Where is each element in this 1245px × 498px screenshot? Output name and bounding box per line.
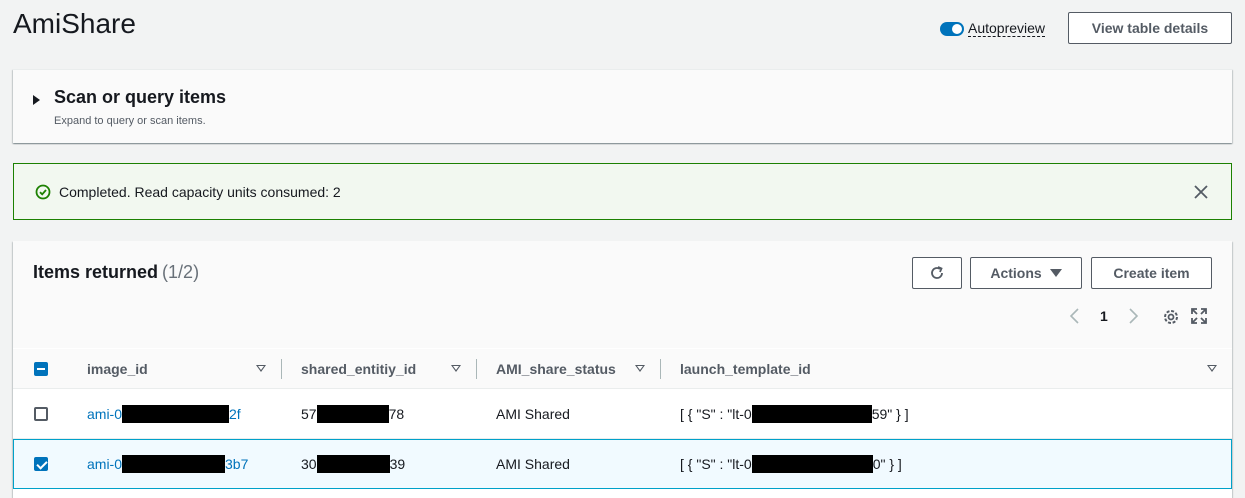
row-checkbox[interactable]: [34, 457, 48, 471]
image-id-link[interactable]: ami-0 2f: [87, 389, 241, 439]
template-prefix: [ { "S" : "lt-0: [680, 456, 752, 472]
ami-share-status-cell: AMI Shared: [496, 406, 570, 422]
image-id-prefix[interactable]: ami-0: [87, 456, 122, 472]
redaction-bar: [122, 455, 226, 473]
table-row[interactable]: ami-0 3b7 30 39 AMI Shared [ { "S" : "lt-0…: [13, 439, 1232, 489]
shared-entity-id-cell: 57 78: [301, 389, 404, 439]
shared-prefix: 30: [301, 456, 317, 472]
gear-icon[interactable]: [1162, 308, 1180, 326]
autopreview-label[interactable]: Autopreview: [968, 20, 1046, 37]
column-divider[interactable]: [476, 359, 477, 379]
check-circle-icon: [35, 184, 51, 200]
image-id-suffix[interactable]: 3b7: [225, 456, 248, 472]
refresh-button[interactable]: [912, 257, 962, 289]
actions-label: Actions: [990, 265, 1042, 281]
items-title: Items returned (1/2): [33, 262, 199, 283]
table-header: image_id shared_entitiy_id AMI_share_sta…: [13, 349, 1232, 389]
template-suffix: 0" } ]: [872, 456, 902, 472]
actions-button[interactable]: Actions: [970, 257, 1082, 289]
redaction-bar: [316, 405, 389, 423]
redaction-bar: [316, 455, 390, 473]
scan-title[interactable]: Scan or query items: [54, 87, 226, 108]
shared-entity-id-cell: 30 39: [301, 440, 405, 488]
items-count: (1/2): [162, 262, 200, 282]
items-panel: Items returned (1/2) Actions Create item …: [13, 241, 1232, 498]
launch-template-id-cell: [ { "S" : "lt-0 0" } ]: [680, 440, 902, 488]
redaction-bar: [751, 455, 873, 473]
autopreview-toggle[interactable]: Autopreview: [940, 20, 1046, 37]
template-suffix: 59" } ]: [871, 406, 909, 422]
shared-suffix: 39: [389, 456, 406, 472]
scan-description: Expand to query or scan items.: [54, 115, 206, 127]
page-title: AmiShare: [13, 8, 136, 39]
column-header-launch-template-id[interactable]: launch_template_id: [680, 349, 811, 389]
sort-icon[interactable]: [635, 365, 645, 372]
expand-caret-icon[interactable]: [33, 95, 40, 105]
sort-icon[interactable]: [1207, 365, 1217, 372]
shared-prefix: 57: [301, 406, 317, 422]
column-header-image-id[interactable]: image_id: [87, 349, 148, 389]
column-header-shared-entity-id[interactable]: shared_entitiy_id: [301, 349, 416, 389]
view-table-details-button[interactable]: View table details: [1068, 12, 1232, 44]
template-prefix: [ { "S" : "lt-0: [680, 406, 752, 422]
row-checkbox[interactable]: [34, 407, 48, 421]
redaction-bar: [751, 405, 872, 423]
column-header-ami-share-status[interactable]: AMI_share_status: [496, 349, 616, 389]
ami-share-status-cell: AMI Shared: [496, 456, 570, 472]
fullscreen-icon[interactable]: [1191, 308, 1207, 324]
column-divider[interactable]: [281, 359, 282, 379]
create-item-button[interactable]: Create item: [1091, 257, 1212, 289]
sort-icon[interactable]: [256, 365, 266, 372]
shared-suffix: 78: [388, 406, 405, 422]
table-row[interactable]: ami-0 2f 57 78 AMI Shared [ { "S" : "lt-0 5…: [13, 389, 1232, 439]
chevron-left-icon[interactable]: [1068, 307, 1082, 325]
refresh-icon: [931, 266, 943, 279]
items-title-text: Items returned: [33, 262, 159, 282]
image-id-suffix[interactable]: 2f: [229, 406, 241, 422]
select-all-checkbox[interactable]: [34, 362, 48, 376]
image-id-prefix[interactable]: ami-0: [87, 406, 122, 422]
autopreview-switch[interactable]: [940, 21, 964, 36]
column-divider[interactable]: [660, 359, 661, 379]
items-table: image_id shared_entitiy_id AMI_share_sta…: [13, 349, 1232, 489]
success-alert: Completed. Read capacity units consumed:…: [13, 163, 1232, 220]
image-id-link[interactable]: ami-0 3b7: [87, 440, 248, 488]
chevron-right-icon[interactable]: [1126, 307, 1140, 325]
alert-message: Completed. Read capacity units consumed:…: [59, 184, 341, 200]
scan-query-panel[interactable]: Scan or query items Expand to query or s…: [13, 69, 1232, 143]
close-icon[interactable]: [1193, 184, 1209, 200]
caret-down-icon: [1049, 269, 1062, 277]
sort-icon[interactable]: [451, 365, 461, 372]
pagination: 1: [1068, 307, 1140, 325]
launch-template-id-cell: [ { "S" : "lt-0 59" } ]: [680, 389, 909, 439]
redaction-bar: [122, 405, 230, 423]
current-page[interactable]: 1: [1100, 308, 1108, 324]
